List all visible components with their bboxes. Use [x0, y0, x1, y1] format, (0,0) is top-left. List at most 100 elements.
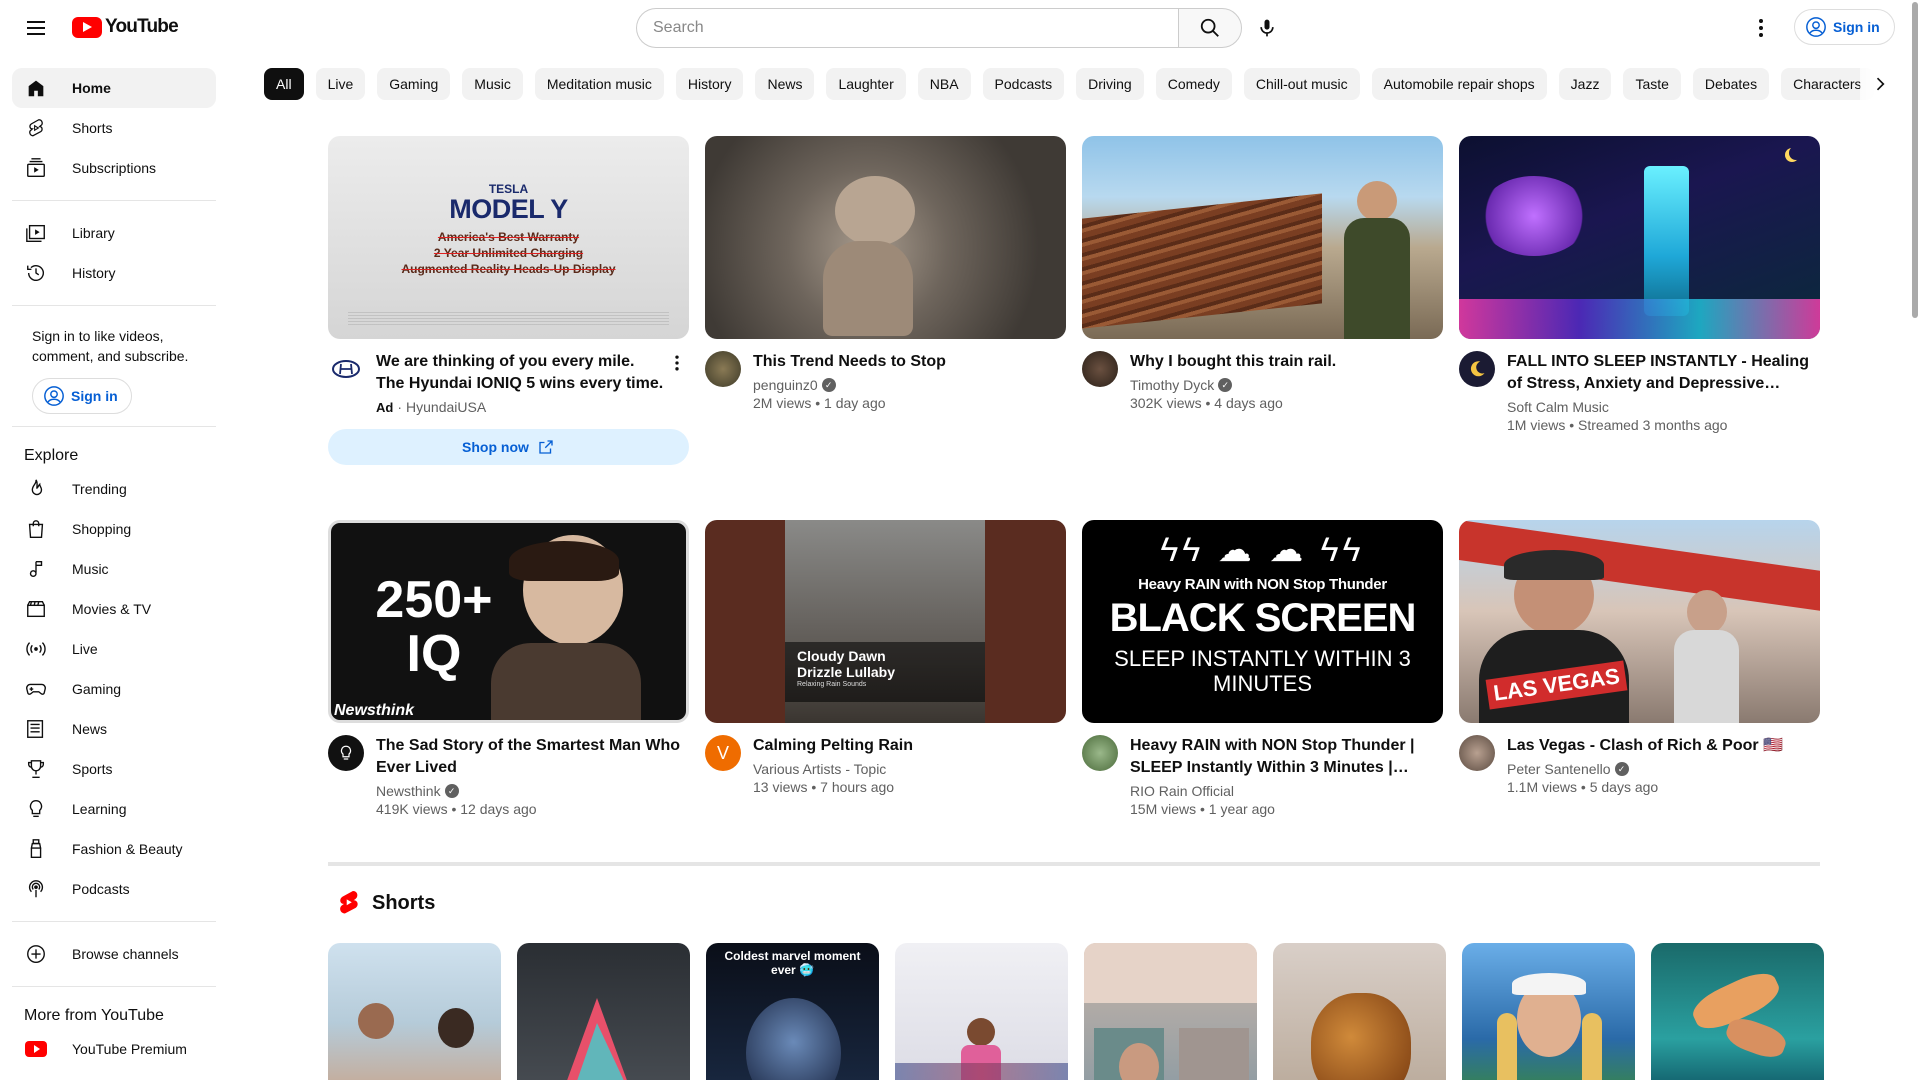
sidebar-item-label: Gaming — [72, 681, 122, 697]
sidebar-item-gaming[interactable]: Gaming — [12, 669, 216, 709]
sidebar-item-movies-tv[interactable]: Movies & TV — [12, 589, 216, 629]
youtube-logo[interactable]: YouTube — [72, 16, 179, 38]
chip-comedy[interactable]: Comedy — [1155, 68, 1232, 100]
chip-meditation-music[interactable]: Meditation music — [534, 68, 664, 100]
video-thumbnail[interactable]: 250+ IQ Newsthink — [328, 520, 689, 723]
short-item[interactable] — [1273, 943, 1446, 1080]
short-item[interactable] — [1462, 943, 1635, 1080]
sidebar-item-home[interactable]: Home — [12, 68, 216, 108]
video-title[interactable]: Calming Pelting Rain — [753, 735, 1066, 757]
chip-news[interactable]: News — [755, 68, 815, 100]
sidebar-item-youtube-premium[interactable]: YouTube Premium — [12, 1029, 216, 1069]
video-title[interactable]: We are thinking of you every mile. The H… — [376, 351, 665, 395]
short-item[interactable] — [1084, 943, 1257, 1080]
chip-driving[interactable]: Driving — [1076, 68, 1144, 100]
sidebar-item-fashion-beauty[interactable]: Fashion & Beauty — [12, 829, 216, 869]
chevron-right-icon — [1876, 77, 1885, 91]
channel-name[interactable]: Timothy Dyck — [1130, 377, 1214, 393]
more-vert-icon — [675, 355, 679, 371]
video-thumbnail[interactable] — [1459, 136, 1820, 339]
chip-jazz[interactable]: Jazz — [1558, 68, 1612, 100]
channel-avatar[interactable] — [1082, 735, 1118, 771]
sidebar-divider — [12, 200, 216, 201]
page-scrollbar[interactable] — [1910, 0, 1920, 1080]
search-input[interactable] — [636, 8, 1178, 48]
chip-live[interactable]: Live — [315, 68, 366, 100]
video-thumbnail[interactable] — [1082, 136, 1443, 339]
short-item[interactable]: Coldest marvel moment ever 🥶 — [706, 943, 879, 1080]
video-title[interactable]: Heavy RAIN with NON Stop Thunder | SLEEP… — [1130, 735, 1443, 779]
channel-name[interactable]: Newsthink — [376, 783, 441, 799]
short-item[interactable] — [1651, 943, 1824, 1080]
sidebar-item-music[interactable]: Music — [12, 549, 216, 589]
short-item[interactable] — [895, 943, 1068, 1080]
sidebar-item-subscriptions[interactable]: Subscriptions — [12, 148, 216, 188]
sidebar-item-sports[interactable]: Sports — [12, 749, 216, 789]
video-title[interactable]: This Trend Needs to Stop — [753, 351, 1066, 373]
channel-name[interactable]: RIO Rain Official — [1130, 783, 1234, 799]
trending-icon — [24, 477, 48, 501]
chip-all[interactable]: All — [264, 68, 304, 100]
thumb-rails — [1082, 193, 1322, 329]
guide-menu-button[interactable] — [16, 8, 56, 48]
chip-laughter[interactable]: Laughter — [826, 68, 906, 100]
fashion-icon — [24, 837, 48, 861]
sidebar-item-live[interactable]: Live — [12, 629, 216, 669]
channel-avatar[interactable] — [328, 351, 364, 387]
channel-name[interactable]: Various Artists - Topic — [753, 761, 886, 777]
channel-name[interactable]: HyundaiUSA — [406, 399, 486, 415]
scrollbar-thumb[interactable] — [1912, 2, 1918, 318]
chip-gaming[interactable]: Gaming — [377, 68, 451, 100]
chip-podcasts[interactable]: Podcasts — [982, 68, 1065, 100]
sidebar-item-browse-channels[interactable]: Browse channels — [12, 934, 216, 974]
video-thumbnail[interactable]: Cloudy Dawn Drizzle Lullaby Relaxing Rai… — [705, 520, 1066, 723]
chip-chill-out-music[interactable]: Chill-out music — [1243, 68, 1360, 100]
settings-menu-button[interactable] — [1741, 8, 1781, 48]
video-stats: 15M views • 1 year ago — [1130, 801, 1275, 817]
sidebar-item-news[interactable]: News — [12, 709, 216, 749]
channel-avatar[interactable] — [328, 735, 364, 771]
channel-name[interactable]: Soft Calm Music — [1507, 399, 1609, 415]
channel-avatar[interactable] — [1459, 351, 1495, 387]
chip-nba[interactable]: NBA — [917, 68, 971, 100]
sidebar-item-podcasts[interactable]: Podcasts — [12, 869, 216, 909]
video-grid: TESLA MODEL Y America's Best Warranty 2 … — [328, 136, 1820, 862]
sidebar-item-trending[interactable]: Trending — [12, 469, 216, 509]
thumb-fine-print — [348, 312, 669, 326]
short-face — [746, 998, 841, 1080]
video-thumbnail[interactable]: ϟϟ ☁ ☁ ϟϟ Heavy RAIN with NON Stop Thund… — [1082, 520, 1443, 723]
chip-automobile-repair-shops[interactable]: Automobile repair shops — [1371, 68, 1547, 100]
search-button[interactable] — [1178, 8, 1242, 48]
channel-avatar[interactable] — [1459, 735, 1495, 771]
channel-avatar[interactable]: V — [705, 735, 741, 771]
video-thumbnail[interactable]: TESLA MODEL Y America's Best Warranty 2 … — [328, 136, 689, 339]
video-title[interactable]: Las Vegas - Clash of Rich & Poor 🇺🇸 — [1507, 735, 1820, 757]
video-thumbnail[interactable] — [705, 136, 1066, 339]
video-title[interactable]: FALL INTO SLEEP INSTANTLY - Healing of S… — [1507, 351, 1820, 395]
sidebar-item-shopping[interactable]: Shopping — [12, 509, 216, 549]
video-title[interactable]: The Sad Story of the Smartest Man Who Ev… — [376, 735, 689, 779]
chip-music[interactable]: Music — [462, 68, 523, 100]
sidebar-item-shorts[interactable]: Shorts — [12, 108, 216, 148]
video-title[interactable]: Why I bought this train rail. — [1130, 351, 1443, 373]
sidebar-item-library[interactable]: Library — [12, 213, 216, 253]
channel-avatar[interactable] — [705, 351, 741, 387]
channel-name[interactable]: Peter Santenello — [1507, 761, 1611, 777]
video-thumbnail[interactable]: LAS VEGAS — [1459, 520, 1820, 723]
short-item[interactable] — [517, 943, 690, 1080]
shop-now-button[interactable]: Shop now — [328, 429, 689, 465]
sidebar-item-learning[interactable]: Learning — [12, 789, 216, 829]
chips-next-button[interactable] — [1860, 68, 1900, 100]
sign-in-button[interactable]: Sign in — [1794, 9, 1895, 45]
voice-search-button[interactable] — [1247, 8, 1287, 48]
channel-avatar[interactable] — [1082, 351, 1118, 387]
short-hair — [1497, 1013, 1517, 1080]
sidebar-sign-in-button[interactable]: Sign in — [32, 378, 132, 414]
video-menu-button[interactable] — [665, 351, 689, 375]
short-item[interactable] — [328, 943, 501, 1080]
channel-name[interactable]: penguinz0 — [753, 377, 818, 393]
sidebar-item-history[interactable]: History — [12, 253, 216, 293]
chip-debates[interactable]: Debates — [1692, 68, 1770, 100]
chip-history[interactable]: History — [675, 68, 744, 100]
chip-taste[interactable]: Taste — [1623, 68, 1681, 100]
